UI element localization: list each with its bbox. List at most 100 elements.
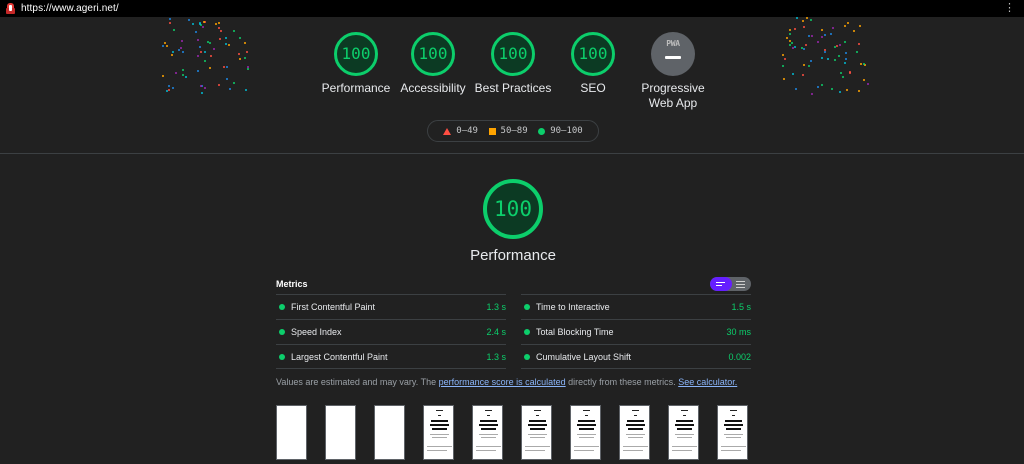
confetti-dot: [209, 67, 211, 69]
square-icon: [488, 127, 496, 135]
confetti-dot: [821, 84, 823, 86]
confetti-dot: [794, 28, 796, 30]
metric-row: First Contentful Paint 1.3 s: [276, 294, 506, 319]
confetti-dot: [245, 89, 247, 91]
score-calculation-link[interactable]: performance score is calculated: [439, 377, 566, 387]
section-divider: [0, 153, 1024, 154]
confetti-dot: [821, 57, 823, 59]
confetti-dot: [200, 51, 202, 53]
metrics-note: Values are estimated and may vary. The p…: [276, 377, 738, 387]
confetti-dot: [789, 44, 791, 46]
gauge-score: 100: [411, 32, 455, 76]
confetti-dot: [867, 83, 869, 85]
confetti-dot: [839, 44, 841, 46]
filmstrip-frame: [276, 405, 307, 460]
filmstrip-frame: [472, 405, 503, 460]
confetti-dot: [204, 87, 206, 89]
browser-address-bar: https://www.ageri.net/ ⋮: [0, 0, 1024, 17]
confetti-dot: [188, 19, 190, 21]
pass-circle-icon: [524, 304, 530, 310]
confetti-dot: [213, 48, 215, 50]
confetti-dot: [817, 86, 819, 88]
metrics-column-right: Time to Interactive 1.5 s Total Blocking…: [521, 294, 751, 369]
confetti-dot: [199, 22, 201, 24]
confetti-dot: [805, 44, 807, 46]
confetti-dot: [847, 22, 849, 24]
confetti-dot: [844, 25, 846, 27]
metrics-header: Metrics: [276, 277, 751, 295]
filmstrip-frame: [668, 405, 699, 460]
confetti-left: [162, 17, 252, 99]
confetti-dot: [802, 20, 804, 22]
confetti-dot: [201, 92, 203, 94]
confetti-dot: [225, 37, 227, 39]
site-favicon-icon: [6, 3, 15, 14]
gauge-score: 100: [334, 32, 378, 76]
confetti-dot: [197, 55, 199, 57]
metrics-view-toggle[interactable]: [710, 277, 751, 291]
confetti-dot: [223, 66, 225, 68]
confetti-dot: [239, 37, 241, 39]
confetti-dot: [786, 37, 788, 39]
pass-circle-icon: [279, 329, 285, 335]
confetti-dot: [836, 45, 838, 47]
confetti-dot: [811, 35, 813, 37]
confetti-dot: [792, 73, 794, 75]
confetti-dot: [182, 51, 184, 53]
confetti-dot: [834, 59, 836, 61]
confetti-dot: [244, 42, 246, 44]
confetti-dot: [168, 89, 170, 91]
confetti-dot: [801, 47, 803, 49]
kebab-menu-icon[interactable]: ⋮: [1004, 3, 1015, 14]
filmstrip-frame: [717, 405, 748, 460]
confetti-dot: [810, 60, 812, 62]
confetti-dot: [218, 27, 220, 29]
filmstrip: [276, 405, 756, 464]
pwa-logo-text: PWA: [666, 39, 680, 48]
confetti-dot: [858, 43, 860, 45]
confetti-right: [782, 17, 872, 99]
confetti-dot: [810, 19, 812, 21]
confetti-dot: [794, 46, 796, 48]
compact-view-icon[interactable]: [710, 277, 732, 291]
pwa-icon: PWA: [651, 32, 695, 76]
performance-title: Performance: [470, 247, 556, 264]
confetti-dot: [220, 30, 222, 32]
circle-icon: [538, 127, 546, 135]
confetti-dot: [791, 42, 793, 44]
filmstrip-frame: [570, 405, 601, 460]
filmstrip-frame: [423, 405, 454, 460]
confetti-dot: [199, 46, 201, 48]
confetti-dot: [169, 22, 171, 24]
confetti-dot: [845, 52, 847, 54]
legend-average: 50–89: [488, 126, 528, 136]
confetti-dot: [821, 29, 823, 31]
confetti-dot: [838, 55, 840, 57]
gauge-label-line1: Progressive: [641, 81, 705, 95]
metric-row: Cumulative Layout Shift 0.002: [521, 344, 751, 369]
pass-circle-icon: [524, 354, 530, 360]
calculator-link[interactable]: See calculator.: [678, 377, 737, 387]
metric-row: Total Blocking Time 30 ms: [521, 319, 751, 344]
confetti-dot: [239, 58, 241, 60]
confetti-dot: [789, 33, 791, 35]
confetti-dot: [175, 72, 177, 74]
confetti-dot: [162, 45, 164, 47]
confetti-dot: [172, 51, 174, 53]
confetti-dot: [197, 70, 199, 72]
page-url[interactable]: https://www.ageri.net/: [21, 3, 119, 14]
confetti-dot: [244, 57, 246, 59]
confetti-dot: [215, 23, 217, 25]
confetti-dot: [203, 21, 205, 23]
confetti-dot: [808, 35, 810, 37]
confetti-dot: [831, 88, 833, 90]
confetti-dot: [168, 85, 170, 87]
filmstrip-frame: [374, 405, 405, 460]
confetti-dot: [858, 90, 860, 92]
confetti-dot: [207, 41, 209, 43]
confetti-dot: [197, 39, 199, 41]
confetti-dot: [839, 91, 841, 93]
confetti-dot: [164, 42, 166, 44]
confetti-dot: [827, 58, 829, 60]
confetti-dot: [783, 78, 785, 80]
